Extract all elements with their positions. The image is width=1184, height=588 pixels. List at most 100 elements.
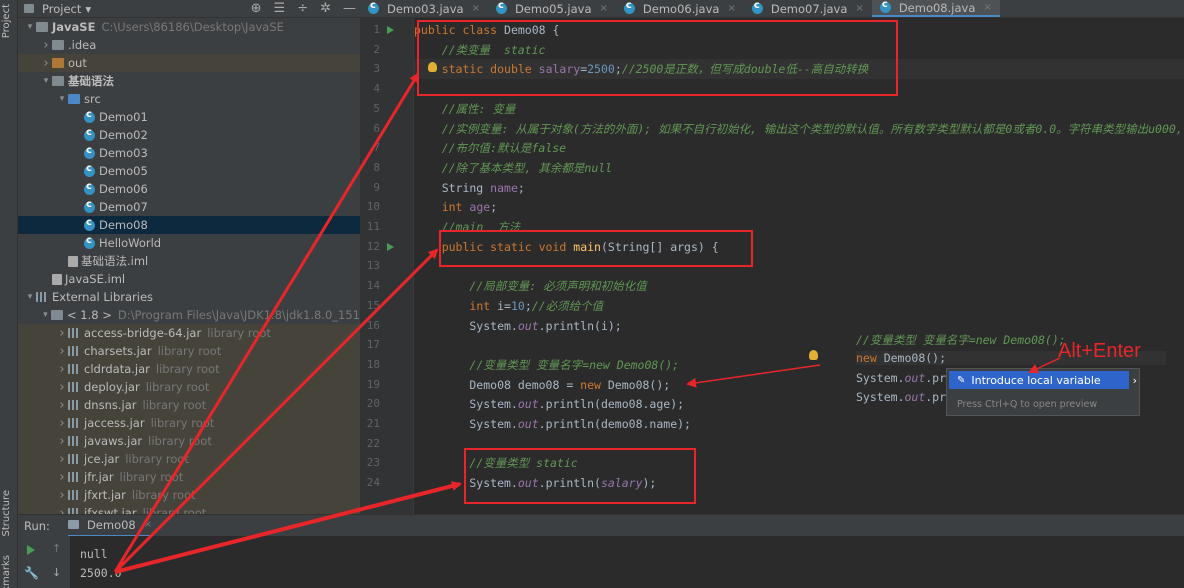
tree-item[interactable]: › dnsns.jar library root — [18, 396, 360, 414]
close-icon[interactable]: × — [855, 3, 863, 14]
rerun-icon[interactable] — [27, 545, 35, 555]
wrench-icon[interactable]: 🔧 — [24, 566, 39, 580]
line-number: 13 — [366, 259, 380, 273]
folder-icon — [52, 58, 64, 68]
editor-tab[interactable]: Demo03.java × — [360, 0, 488, 17]
chevron-down-icon[interactable]: ▾ — [24, 22, 36, 32]
tree-item[interactable]: JavaSE.iml — [18, 270, 360, 288]
project-view-selector[interactable]: Project — [42, 2, 81, 16]
tree-item[interactable]: › javaws.jar library root — [18, 432, 360, 450]
tree-item-detail: library root — [157, 344, 222, 358]
chevron-right-icon[interactable]: › — [40, 56, 52, 71]
close-icon[interactable]: × — [144, 519, 152, 530]
tree-item[interactable]: › jfr.jar library root — [18, 468, 360, 486]
tree-item[interactable]: › jfxrt.jar library root — [18, 486, 360, 504]
code-token: Demo08 demo08 = — [414, 377, 581, 392]
editor-tab[interactable]: Demo05.java × — [488, 0, 616, 17]
chevron-right-icon[interactable]: › — [56, 326, 68, 341]
chevron-right-icon[interactable]: › — [56, 470, 68, 485]
run-gutter-icon[interactable] — [387, 242, 394, 251]
run-config-tab[interactable]: Demo08 × — [67, 515, 153, 537]
tree-item[interactable]: › access-bridge-64.jar library root — [18, 324, 360, 342]
tree-item[interactable]: HelloWorld — [18, 234, 360, 252]
project-panel: Project ▾ ⊕ ☰ ÷ ✲ — ▾ JavaSE C:\Users\8618… — [18, 0, 360, 514]
tree-item[interactable]: Demo08 — [18, 216, 360, 234]
tree-item[interactable]: › out — [18, 54, 360, 72]
run-config-name: Demo08 — [86, 517, 136, 532]
hide-icon[interactable]: — — [343, 1, 356, 16]
chevron-right-icon[interactable]: › — [56, 362, 68, 377]
collapse-all-icon[interactable]: ÷ — [297, 1, 308, 16]
tree-item[interactable]: › deploy.jar library root — [18, 378, 360, 396]
chevron-down-icon[interactable]: ▾ — [40, 310, 52, 320]
tree-item[interactable]: › charsets.jar library root — [18, 342, 360, 360]
jar-icon — [68, 454, 80, 464]
tree-item-detail: D:\Program Files\Java\JDK1.8\jdk1.8.0_15… — [117, 308, 360, 322]
up-arrow-icon[interactable]: ↑ — [52, 542, 61, 555]
tree-item-label: Demo03 — [99, 146, 148, 160]
tree-item[interactable]: ▾ < 1.8 > D:\Program Files\Java\JDK1.8\jdk… — [18, 306, 360, 324]
gear-icon[interactable]: ✲ — [320, 1, 331, 16]
close-icon[interactable]: × — [727, 3, 735, 14]
locate-icon[interactable]: ⊕ — [251, 1, 262, 16]
line-number: 2 — [373, 42, 380, 56]
tree-item-label: .idea — [68, 38, 97, 52]
close-icon[interactable]: × — [983, 2, 991, 13]
tree-item[interactable]: ▾ External Libraries — [18, 288, 360, 306]
tree-item[interactable]: › jfxswt.jar library root — [18, 504, 360, 514]
chevron-right-icon[interactable]: › — [56, 398, 68, 413]
highlight-class-header — [417, 20, 898, 96]
tree-item[interactable]: ▾ src — [18, 90, 360, 108]
jar-icon — [68, 328, 80, 338]
tree-item[interactable]: › .idea — [18, 36, 360, 54]
chevron-right-icon[interactable]: › — [56, 434, 68, 449]
chevron-right-icon[interactable]: › — [56, 506, 68, 515]
preview-lightbulb-icon[interactable] — [809, 350, 818, 360]
run-gutter-icon[interactable] — [387, 26, 394, 34]
chevron-right-icon[interactable]: › — [56, 488, 68, 503]
chevron-down-icon[interactable]: ▾ — [40, 76, 52, 86]
chevron-down-icon[interactable]: ▾ — [24, 292, 36, 302]
chevron-right-icon[interactable]: › — [56, 380, 68, 395]
run-label: Run: — [24, 518, 50, 533]
lightbulb-icon[interactable] — [428, 62, 437, 72]
down-arrow-icon[interactable]: ↓ — [52, 566, 61, 579]
run-toolbar: Run: Demo08 × — [18, 514, 1184, 537]
chevron-right-icon[interactable]: › — [40, 38, 52, 53]
bookmarks-tool-tab[interactable]: Bookmarks — [1, 555, 12, 588]
tree-item[interactable]: ▾ JavaSE C:\Users\86186\Desktop\JavaSE — [18, 18, 360, 36]
close-icon[interactable]: × — [472, 3, 480, 14]
editor-tab[interactable]: Demo07.java × — [744, 0, 872, 17]
tree-item[interactable]: › jaccess.jar library root — [18, 414, 360, 432]
tree-item-label: src — [84, 92, 101, 106]
tree-item-label: deploy.jar — [84, 380, 140, 394]
tree-item-detail: library root — [119, 470, 184, 484]
chevron-right-icon[interactable]: › — [56, 416, 68, 431]
tree-item[interactable]: Demo05 — [18, 162, 360, 180]
tree-item[interactable]: Demo07 — [18, 198, 360, 216]
project-tool-tab[interactable]: Project — [1, 4, 12, 38]
editor-tab[interactable]: Demo08.java × — [871, 0, 1000, 17]
chevron-right-icon[interactable]: › — [56, 344, 68, 359]
close-icon[interactable]: × — [600, 3, 608, 14]
tree-item-detail: library root — [145, 380, 210, 394]
introduce-local-variable-item[interactable]: ✎ Introduce local variable › — [949, 371, 1137, 389]
tree-item[interactable]: Demo03 — [18, 144, 360, 162]
chevron-right-icon[interactable]: › — [56, 452, 68, 467]
tree-item[interactable]: Demo01 — [18, 108, 360, 126]
tree-item-detail: library root — [150, 416, 215, 430]
tree-item[interactable]: Demo06 — [18, 180, 360, 198]
console-output-line: null — [80, 547, 108, 561]
tree-item[interactable]: › jce.jar library root — [18, 450, 360, 468]
chevron-down-icon[interactable]: ▾ — [85, 2, 91, 16]
structure-tool-tab[interactable]: Structure — [1, 490, 12, 537]
preview-line-print2: System.out.pr — [856, 390, 947, 404]
tree-item[interactable]: Demo02 — [18, 126, 360, 144]
tree-item[interactable]: › cldrdata.jar library root — [18, 360, 360, 378]
chevron-down-icon[interactable]: ▾ — [56, 94, 68, 104]
tree-item[interactable]: ▾ 基础语法 — [18, 72, 360, 90]
editor-tab[interactable]: Demo06.java × — [616, 0, 744, 17]
expand-all-icon[interactable]: ☰ — [274, 1, 286, 16]
tree-item[interactable]: 基础语法.iml — [18, 252, 360, 270]
